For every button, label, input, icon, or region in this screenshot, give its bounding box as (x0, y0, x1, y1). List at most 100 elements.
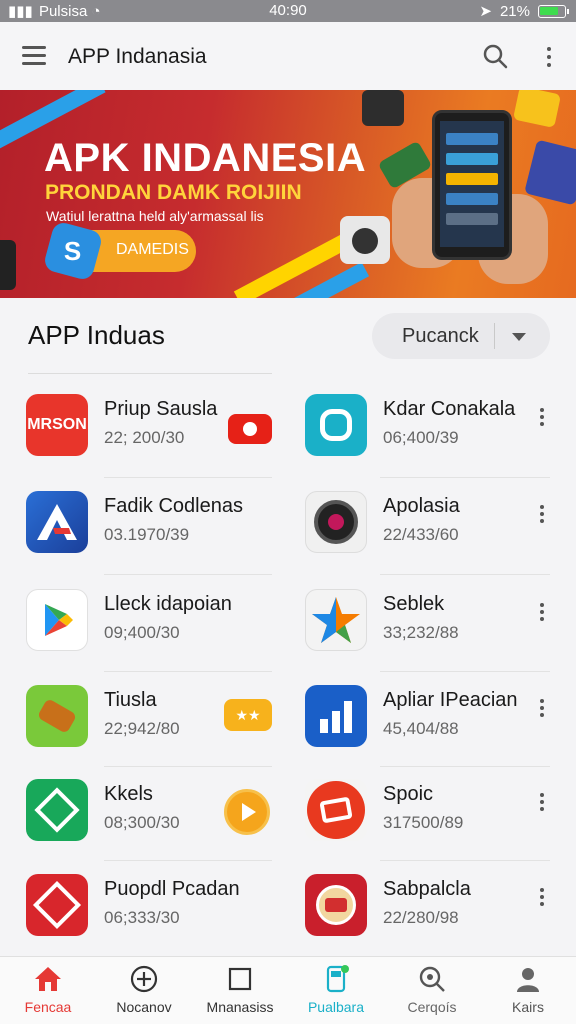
app-name: Kkels (104, 783, 153, 805)
app-meta: 09;400/30 (104, 623, 180, 642)
section-title: APP Induas (28, 320, 165, 350)
gadget-image (362, 90, 404, 126)
row-divider (380, 766, 550, 767)
promo-banner[interactable]: APK INDANESIA PRONDAN DAMK ROIJIIN Watiu… (0, 90, 576, 298)
status-bar: ▮▮▮ Pulsisa ◔ 40:90 ➤ 21% (0, 0, 576, 22)
nav-tab-profile[interactable]: Kairs (480, 957, 576, 1024)
add-circle-icon (130, 965, 158, 993)
app-icon: MRSON (26, 394, 88, 456)
more-vert-icon[interactable] (537, 603, 547, 625)
sort-dropdown[interactable]: Pucanck (372, 313, 550, 359)
app-icon (26, 779, 88, 841)
badge-button[interactable]: ★★ (224, 699, 272, 731)
app-meta: 03.1970/39 (104, 525, 190, 544)
banner-cta-label: DAMEDIS (116, 241, 189, 258)
nav-tab-label: Mnanasiss (206, 999, 274, 1015)
app-meta: 08;300/30 (104, 813, 180, 832)
more-vert-icon[interactable] (537, 793, 547, 815)
nav-tab-label: Nocanov (116, 999, 172, 1015)
app-meta: 06;400/39 (383, 428, 459, 447)
row-divider (104, 860, 272, 861)
play-circle-icon[interactable] (224, 789, 270, 835)
more-vert-icon[interactable] (537, 505, 547, 527)
row-divider (104, 574, 272, 575)
banner-tagline: Watiul lerattna held aly'armassal lis (46, 208, 264, 224)
row-divider (104, 671, 272, 672)
app-meta: 45,404/88 (383, 719, 459, 738)
row-divider (380, 671, 550, 672)
bottom-nav: Fencaa Nocanov Mnanasiss Pualbara Cerqoí… (0, 956, 576, 1024)
banner-subheadline: PRONDAN DAMK ROIJIIN (45, 181, 302, 204)
app-icon (26, 874, 88, 936)
square-icon (228, 967, 252, 991)
chart-app-icon (305, 685, 367, 747)
app-meta: 33;232/88 (383, 623, 459, 642)
nav-tab-home[interactable]: Fencaa (0, 957, 96, 1024)
app-name: Seblek (383, 593, 445, 615)
app-title: APP Indanasia (68, 45, 207, 68)
more-vert-icon[interactable] (537, 408, 547, 430)
nav-tab-label: Pualbara (307, 999, 365, 1015)
battery-icon (538, 4, 569, 18)
app-meta: 22;942/80 (104, 719, 180, 738)
app-name: Fadik Codlenas (104, 495, 243, 517)
banner-headline: APK INDANESIA (44, 136, 367, 180)
app-name: Priup Sausla (104, 398, 218, 420)
more-vert-icon[interactable] (540, 44, 558, 70)
menu-icon[interactable] (22, 46, 46, 66)
location-icon: ➤ (479, 3, 492, 20)
brand-badge-icon: S (42, 220, 104, 282)
app-name: Spoic (383, 783, 434, 805)
home-icon (35, 967, 61, 991)
app-name: Apolasia (383, 495, 460, 517)
nav-tab-phone[interactable]: Pualbara (288, 957, 384, 1024)
app-name: Apliar IPeacian (383, 689, 518, 711)
section-divider (28, 373, 272, 374)
banner-cta-button[interactable]: S DAMEDIS (42, 220, 196, 282)
nav-tab-search[interactable]: Cerqoís (384, 957, 480, 1024)
app-name: Tiusla (104, 689, 157, 711)
app-bar: APP Indanasia (0, 22, 576, 90)
nav-tab-add[interactable]: Nocanov (96, 957, 192, 1024)
app-meta: 22; 200/30 (104, 428, 185, 447)
nav-tab-label: Kairs (512, 999, 544, 1015)
more-vert-icon[interactable] (537, 888, 547, 910)
app-icon (26, 685, 88, 747)
more-vert-icon[interactable] (537, 699, 547, 721)
app-meta: 317500/89 (383, 813, 464, 832)
sort-dropdown-value: Pucanck (402, 325, 479, 347)
app-list-item[interactable]: MRSON Priup Sausla 22; 200/30 (26, 394, 304, 490)
gadget-image (0, 240, 16, 290)
app-list-item[interactable]: Kdar Conakala 06;400/39 (305, 394, 576, 490)
gadget-image (512, 90, 562, 128)
gadget-image (524, 139, 576, 206)
app-meta: 22/280/98 (383, 908, 459, 927)
nav-tab-label: Fencaa (24, 999, 72, 1015)
app-icon (305, 779, 367, 841)
camera-app-icon (305, 491, 367, 553)
phone-badge-icon (326, 965, 349, 993)
profile-icon (517, 968, 539, 992)
app-name: Puopdl Pcadan (104, 878, 240, 900)
app-list-item[interactable]: Fadik Codlenas 03.1970/39 (26, 491, 304, 587)
battery-percent: 21% (499, 2, 530, 20)
app-icon (305, 874, 367, 936)
app-name: Sabpalcla (383, 878, 471, 900)
app-name: Lleck idapoian (104, 593, 232, 615)
status-indicators: ➤ 21% (479, 2, 569, 20)
app-icon (305, 394, 367, 456)
nav-tab-label: Cerqoís (407, 999, 457, 1015)
chevron-down-icon (512, 333, 526, 341)
app-list-item[interactable]: Apolasia 22/433/60 (305, 491, 576, 587)
play-store-icon (26, 589, 88, 651)
search-icon[interactable] (482, 43, 508, 69)
nav-tab-manage[interactable]: Mnanasiss (192, 957, 288, 1024)
search-icon (419, 966, 445, 992)
youtube-play-icon[interactable] (228, 414, 272, 444)
row-divider (104, 766, 272, 767)
row-divider (380, 860, 550, 861)
app-icon (26, 491, 88, 553)
app-name: Kdar Conakala (383, 398, 516, 420)
row-divider (380, 574, 550, 575)
phone-image (432, 110, 512, 260)
